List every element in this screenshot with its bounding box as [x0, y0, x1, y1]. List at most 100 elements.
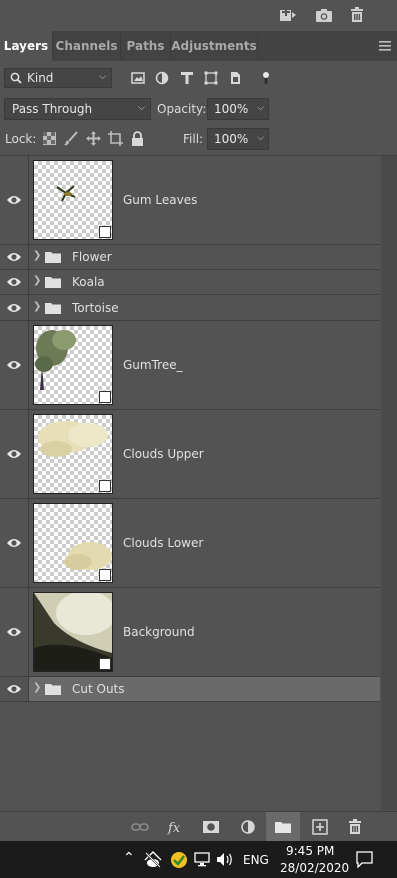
folder-icon — [45, 277, 61, 288]
chevron-right-icon[interactable]: ❯ — [33, 301, 41, 312]
chevron-right-icon[interactable]: ❯ — [33, 275, 41, 286]
filter-toggle-switch-icon[interactable] — [259, 71, 273, 85]
layer-group-flower[interactable]: ❯ Flower — [0, 245, 380, 270]
tab-paths[interactable]: Paths — [121, 31, 170, 61]
volume-speaker-icon[interactable] — [216, 852, 234, 867]
snapshot-camera-icon[interactable] — [315, 7, 333, 23]
filter-pixel-icon[interactable] — [131, 71, 145, 85]
eye-visibility-icon[interactable] — [6, 194, 22, 206]
filter-kind-select[interactable]: Kind ⌵ — [4, 68, 112, 88]
new-layer-icon[interactable] — [311, 819, 329, 835]
layer-thumbnail — [33, 503, 113, 583]
lock-transparent-pixels-icon[interactable] — [43, 132, 56, 145]
eye-visibility-icon[interactable] — [6, 537, 22, 549]
eye-visibility-icon[interactable] — [6, 448, 22, 460]
network-monitor-icon[interactable] — [194, 852, 210, 867]
search-icon — [10, 72, 22, 84]
eye-visibility-icon[interactable] — [6, 359, 22, 371]
panel-tabs: Layers Channels Paths Adjustments — [0, 31, 397, 61]
layer-name: GumTree_ — [123, 358, 183, 372]
filter-smart-object-icon[interactable] — [228, 71, 242, 85]
group-name: Flower — [72, 250, 112, 264]
layer-group-cut-outs[interactable]: ❯ Cut Outs — [0, 677, 380, 702]
eye-visibility-icon[interactable] — [6, 251, 22, 263]
folder-icon — [45, 684, 61, 695]
chevron-up-icon[interactable]: ⌃ — [123, 850, 135, 866]
layer-row-gum-leaves[interactable]: Gum Leaves — [0, 156, 380, 245]
layer-name: Gum Leaves — [123, 193, 198, 207]
layer-style-fx-icon[interactable]: fx — [167, 819, 185, 835]
eye-visibility-icon[interactable] — [6, 626, 22, 638]
filter-shape-icon[interactable] — [204, 71, 218, 85]
clock-date[interactable]: 28/02/2020 — [280, 861, 349, 875]
tab-layers[interactable]: Layers — [0, 31, 52, 61]
chevron-down-icon[interactable]: ⌵ — [257, 103, 264, 113]
panel-menu-icon[interactable] — [379, 41, 391, 51]
eye-visibility-icon[interactable] — [6, 302, 22, 314]
opacity-label: Opacity: — [157, 102, 207, 116]
smart-object-badge-icon — [99, 391, 111, 403]
windows-taskbar: ⌃ ENG 9:45 PM 28/02/2020 — [0, 841, 397, 878]
chevron-right-icon[interactable]: ❯ — [33, 250, 41, 261]
eye-visibility-icon[interactable] — [6, 683, 22, 695]
blend-mode-select[interactable]: Pass Through ⌵ — [4, 98, 151, 120]
panel-top-toolbar — [0, 0, 397, 30]
fill-label: Fill: — [183, 132, 204, 146]
layer-row-clouds-upper[interactable]: Clouds Upper — [0, 410, 380, 499]
lock-label: Lock: — [5, 132, 37, 146]
input-language[interactable]: ENG — [243, 853, 269, 867]
folder-icon — [45, 303, 61, 314]
eye-visibility-icon[interactable] — [6, 276, 22, 288]
fill-value: 100% — [214, 132, 249, 146]
chevron-down-icon: ⌵ — [138, 103, 145, 113]
smart-object-badge-icon — [99, 569, 111, 581]
clock-time[interactable]: 9:45 PM — [286, 844, 334, 858]
link-layers-icon[interactable] — [131, 819, 149, 835]
new-group-folder-icon[interactable] — [274, 819, 292, 835]
fill-field[interactable]: 100% ⌵ — [207, 128, 269, 150]
lock-artboard-crop-icon[interactable] — [108, 131, 123, 146]
chevron-right-icon[interactable]: ❯ — [33, 682, 41, 693]
lock-position-move-icon[interactable] — [86, 131, 101, 146]
notifications-chat-icon[interactable] — [356, 851, 373, 868]
new-artboard-icon[interactable] — [279, 7, 297, 23]
security-check-icon[interactable] — [170, 851, 188, 869]
opacity-value: 100% — [214, 102, 249, 116]
layers-scrollbar[interactable] — [381, 156, 397, 810]
delete-trash-icon[interactable] — [348, 7, 366, 23]
svg-text:fx: fx — [167, 821, 181, 835]
filter-adjustment-icon[interactable] — [155, 71, 169, 85]
delete-layer-trash-icon[interactable] — [346, 819, 364, 835]
new-adjustment-layer-icon[interactable] — [239, 819, 257, 835]
chevron-down-icon: ⌵ — [99, 72, 106, 82]
layer-row-gumtree[interactable]: GumTree_ — [0, 321, 380, 410]
group-name: Tortoise — [72, 301, 119, 315]
opacity-field[interactable]: 100% ⌵ — [207, 98, 269, 120]
tab-channels[interactable]: Channels — [53, 31, 120, 61]
layer-row-clouds-lower[interactable]: Clouds Lower — [0, 499, 380, 588]
blend-mode-value: Pass Through — [12, 102, 93, 116]
layer-thumbnail — [33, 592, 113, 672]
smart-object-badge-icon — [99, 226, 111, 238]
add-layer-mask-icon[interactable] — [202, 819, 220, 835]
filter-type-icon[interactable] — [180, 71, 194, 85]
layer-name: Clouds Upper — [123, 447, 204, 461]
filter-kind-label: Kind — [27, 71, 54, 85]
tab-adjustments[interactable]: Adjustments — [171, 31, 257, 61]
lock-all-padlock-icon[interactable] — [131, 131, 144, 146]
layers-bottom-toolbar: fx — [0, 811, 397, 841]
chevron-down-icon[interactable]: ⌵ — [257, 133, 264, 143]
lock-image-pixels-brush-icon[interactable] — [64, 131, 78, 146]
folder-icon — [45, 252, 61, 263]
layer-row-background[interactable]: Background — [0, 588, 380, 677]
layer-group-koala[interactable]: ❯ Koala — [0, 270, 380, 295]
group-name: Cut Outs — [72, 682, 125, 696]
layer-name: Background — [123, 625, 195, 639]
network-disconnected-icon[interactable] — [144, 851, 162, 869]
layer-thumbnail — [33, 414, 113, 494]
gum-leaves-thumbnail-art — [56, 185, 76, 202]
layer-name: Clouds Lower — [123, 536, 204, 550]
group-name: Koala — [72, 275, 105, 289]
smart-object-badge-icon — [99, 480, 111, 492]
layer-group-tortoise[interactable]: ❯ Tortoise — [0, 295, 380, 321]
